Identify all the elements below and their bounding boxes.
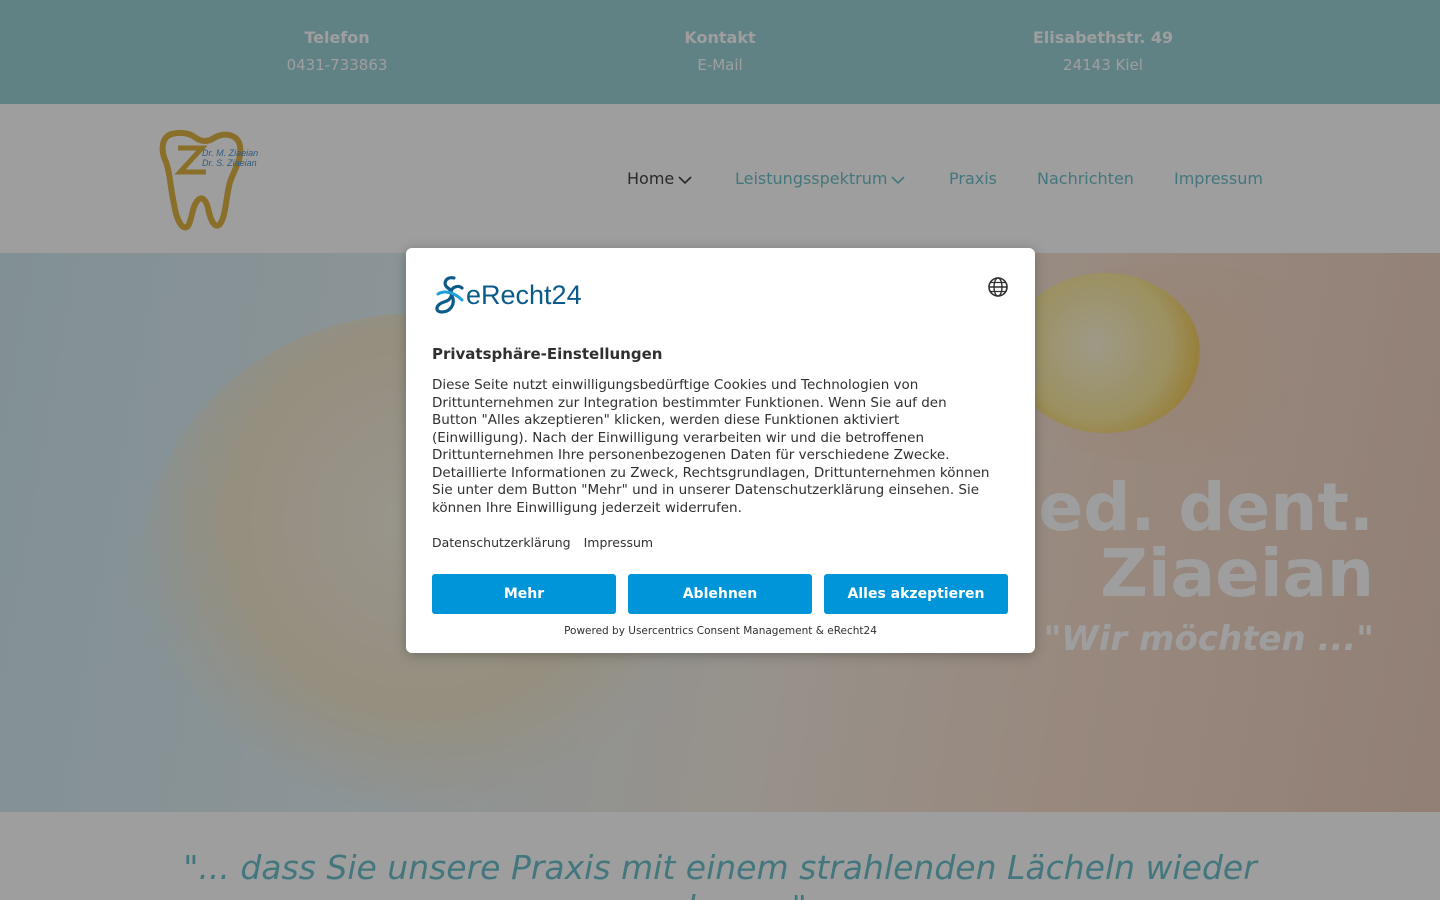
- erecht24-brand-text: eRecht24: [466, 280, 582, 310]
- more-button[interactable]: Mehr: [432, 574, 616, 614]
- erecht24-mark-icon: [435, 276, 464, 314]
- privacy-policy-link[interactable]: Datenschutzerklärung: [432, 535, 571, 550]
- consent-title: Privatsphäre-Einstellungen: [432, 345, 663, 363]
- consent-dialog: eRecht24 Privatsphäre-Einstellungen Dies…: [406, 248, 1035, 653]
- consent-body: Diese Seite nutzt einwilligungsbedürftig…: [432, 377, 990, 516]
- consent-links: Datenschutzerklärung Impressum: [432, 535, 662, 550]
- erecht24-logo: eRecht24: [432, 274, 602, 314]
- imprint-link[interactable]: Impressum: [584, 535, 653, 550]
- language-globe-icon[interactable]: [987, 276, 1009, 298]
- deny-button[interactable]: Ablehnen: [628, 574, 812, 614]
- powered-by-text: Powered by Usercentrics Consent Manageme…: [564, 625, 877, 637]
- accept-all-button[interactable]: Alles akzeptieren: [824, 574, 1008, 614]
